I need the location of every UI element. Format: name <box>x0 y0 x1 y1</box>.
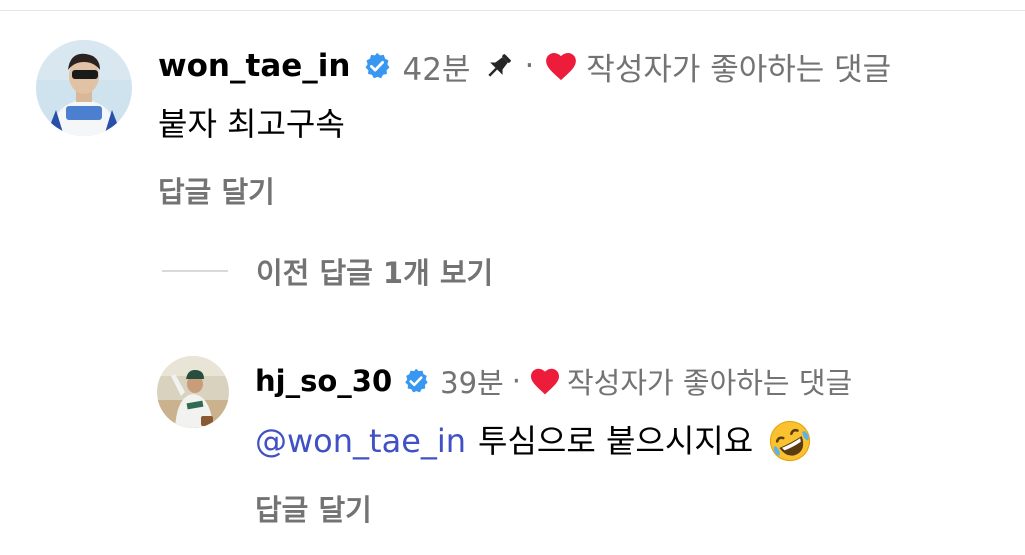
thread-line <box>162 270 228 272</box>
view-previous-label[interactable]: 이전 답글 1개 보기 <box>256 250 493 292</box>
top-divider <box>0 10 1025 11</box>
view-previous-replies[interactable]: 이전 답글 1개 보기 <box>162 250 493 292</box>
heart-icon <box>544 50 578 82</box>
separator-dot: · <box>511 364 521 398</box>
reply-button[interactable]: 답글 달기 <box>158 172 275 212</box>
mention-link[interactable]: @won_tae_in <box>255 418 466 464</box>
avatar[interactable] <box>36 40 132 136</box>
avatar[interactable] <box>157 356 229 428</box>
heart-icon <box>529 366 561 396</box>
pin-icon <box>484 51 514 81</box>
comment-header: won_tae_in 42분 · 작성자가 좋아하는 댓글 <box>158 45 892 88</box>
reply-body: 투심으로 붙으시지요 <box>478 422 754 460</box>
comment-text: 붙자 최고구속 <box>158 105 345 143</box>
rofl-emoji <box>767 418 813 464</box>
reply-text: @won_tae_in 투심으로 붙으시지요 <box>255 418 813 464</box>
comment-time: 42분 <box>402 51 471 88</box>
reply-time: 39분 <box>440 366 504 400</box>
verified-badge-icon <box>362 51 392 81</box>
reply-header: hj_so_30 39분 · 작성자가 좋아하는 댓글 <box>255 361 852 401</box>
username[interactable]: hj_so_30 <box>255 364 392 398</box>
username[interactable]: won_tae_in <box>158 48 350 84</box>
verified-badge-icon <box>402 367 430 395</box>
separator-dot: · <box>524 48 535 84</box>
reply-button[interactable]: 답글 달기 <box>255 490 372 530</box>
creator-liked-label: 작성자가 좋아하는 댓글 <box>566 366 853 400</box>
creator-liked-label: 작성자가 좋아하는 댓글 <box>586 51 892 88</box>
